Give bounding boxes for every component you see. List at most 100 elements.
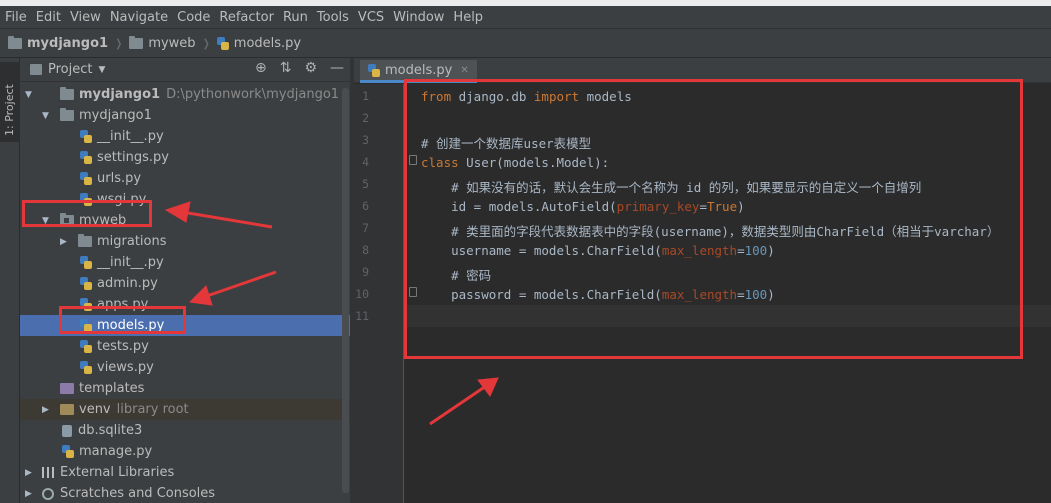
menu-code[interactable]: Code: [174, 10, 213, 25]
python-file-icon: [80, 340, 92, 353]
python-file-icon: [80, 256, 92, 269]
breadcrumb-file[interactable]: models.py: [216, 36, 301, 51]
library-icon: [42, 467, 54, 478]
menu-tools[interactable]: Tools: [314, 10, 352, 25]
tree-item-templates[interactable]: templates: [20, 378, 350, 399]
tree-item-db[interactable]: db.sqlite3: [20, 420, 350, 441]
breadcrumb: mydjango1 ❭ myweb ❭ models.py: [0, 29, 1051, 58]
left-tool-strip: 1: Project: [0, 58, 20, 503]
line-number: 2: [362, 111, 369, 125]
python-file-icon: [80, 361, 92, 374]
tree-item-label: settings.py: [97, 150, 169, 165]
menu-bar: File Edit View Navigate Code Refactor Ru…: [0, 6, 1051, 29]
tree-item-label: venv: [79, 402, 111, 417]
menu-refactor[interactable]: Refactor: [216, 10, 277, 25]
folder-icon: [8, 35, 22, 49]
line-number: 6: [362, 199, 369, 213]
tree-item-label: migrations: [97, 234, 167, 249]
menu-run[interactable]: Run: [280, 10, 311, 25]
tree-item-label: tests.py: [97, 339, 149, 354]
menu-view[interactable]: View: [67, 10, 104, 25]
library-root-tag: library root: [116, 402, 189, 417]
tree-item-label: db.sqlite3: [78, 423, 143, 438]
tree-item-settings[interactable]: settings.py: [20, 147, 350, 168]
database-file-icon: [62, 424, 72, 437]
templates-folder-icon: [60, 383, 74, 394]
tree-item-label: urls.py: [97, 171, 142, 186]
annotation-box-models: [59, 306, 186, 334]
tree-item-migrations[interactable]: ▶ migrations: [20, 231, 350, 252]
tree-item-label: mydjango1: [79, 87, 161, 102]
expand-arrow-icon[interactable]: ▶: [25, 468, 32, 478]
python-file-icon: [80, 277, 92, 290]
tree-item-views[interactable]: views.py: [20, 357, 350, 378]
menu-edit[interactable]: Edit: [33, 10, 64, 25]
breadcrumb-project-label: mydjango1: [27, 35, 109, 51]
project-panel-title[interactable]: Project: [48, 62, 92, 77]
menu-file[interactable]: File: [2, 10, 30, 25]
menu-help[interactable]: Help: [450, 10, 486, 25]
expand-arrow-icon[interactable]: ▶: [25, 489, 32, 499]
gear-icon[interactable]: ⚙: [304, 60, 317, 76]
expand-arrow-icon[interactable]: ▼: [25, 90, 32, 100]
tree-item-label: views.py: [97, 360, 154, 375]
tree-item-label: __init__.py: [97, 255, 164, 270]
collapse-icon[interactable]: ⇅: [280, 60, 292, 76]
line-number: 11: [355, 309, 369, 323]
line-number: 7: [362, 221, 369, 235]
menu-vcs[interactable]: VCS: [355, 10, 387, 25]
project-scrollbar[interactable]: [342, 88, 349, 493]
expand-arrow-icon[interactable]: ▶: [42, 405, 49, 415]
tree-item-mydjango1[interactable]: ▼ mydjango1: [20, 105, 350, 126]
line-number: 8: [362, 243, 369, 257]
line-number: 10: [355, 287, 369, 301]
venv-folder-icon: [60, 404, 74, 415]
project-panel: Project ▼ ⊕ ⇅ ⚙ — ▼ mydjango1 D:\pythonw…: [20, 58, 350, 503]
breadcrumb-project[interactable]: mydjango1: [8, 35, 109, 51]
scratches-icon: [42, 487, 54, 500]
tree-item-tests[interactable]: tests.py: [20, 336, 350, 357]
expand-arrow-icon[interactable]: ▼: [42, 111, 49, 121]
chevron-right-icon: ❭: [201, 36, 211, 50]
tree-item-init-myweb[interactable]: __init__.py: [20, 252, 350, 273]
tab-label: models.py: [385, 62, 453, 78]
tree-item-urls[interactable]: urls.py: [20, 168, 350, 189]
tree-item-label: admin.py: [97, 276, 158, 291]
folder-icon: [60, 87, 74, 100]
menu-navigate[interactable]: Navigate: [107, 10, 171, 25]
tree-item-label: Scratches and Consoles: [60, 486, 216, 501]
line-number: 9: [362, 265, 369, 279]
python-file-icon: [216, 36, 229, 50]
breadcrumb-myweb[interactable]: myweb: [129, 35, 196, 51]
folder-icon: [129, 35, 144, 49]
caret-down-icon[interactable]: ▼: [98, 65, 105, 75]
python-file-icon: [80, 130, 92, 143]
project-panel-tools: ⊕ ⇅ ⚙ —: [255, 60, 344, 76]
tree-item-path: D:\pythonwork\mydjango1: [166, 87, 340, 102]
menu-window[interactable]: Window: [390, 10, 447, 25]
locate-icon[interactable]: ⊕: [255, 60, 267, 76]
project-icon: [30, 64, 42, 75]
tree-item-label: mydjango1: [79, 108, 152, 123]
line-number: 4: [362, 155, 369, 169]
python-file-icon: [368, 63, 380, 77]
hide-icon[interactable]: —: [330, 60, 344, 76]
tree-item-label: manage.py: [79, 444, 153, 459]
chevron-right-icon: ❭: [114, 36, 124, 50]
tree-item-admin[interactable]: admin.py: [20, 273, 350, 294]
line-number-gutter: 1 2 3 4 5 6 7 8 9 10 11: [354, 84, 404, 503]
tree-item-root[interactable]: ▼ mydjango1 D:\pythonwork\mydjango1: [20, 84, 350, 105]
project-tool-tab[interactable]: 1: Project: [0, 62, 20, 142]
tree-item-external-libraries[interactable]: ▶ External Libraries: [20, 462, 350, 483]
tree-item-init[interactable]: __init__.py: [20, 126, 350, 147]
line-number: 5: [362, 177, 369, 191]
expand-arrow-icon[interactable]: ▶: [60, 237, 67, 247]
tree-item-manage[interactable]: manage.py: [20, 441, 350, 462]
close-icon[interactable]: ✕: [460, 65, 468, 76]
tree-item-venv[interactable]: ▶ venv library root: [20, 399, 350, 420]
tree-item-scratches[interactable]: ▶ Scratches and Consoles: [20, 483, 350, 503]
python-file-icon: [80, 172, 92, 185]
tree-item-label: templates: [79, 381, 145, 396]
tree-item-label: __init__.py: [97, 129, 164, 144]
project-panel-header: Project ▼ ⊕ ⇅ ⚙ —: [20, 58, 350, 82]
